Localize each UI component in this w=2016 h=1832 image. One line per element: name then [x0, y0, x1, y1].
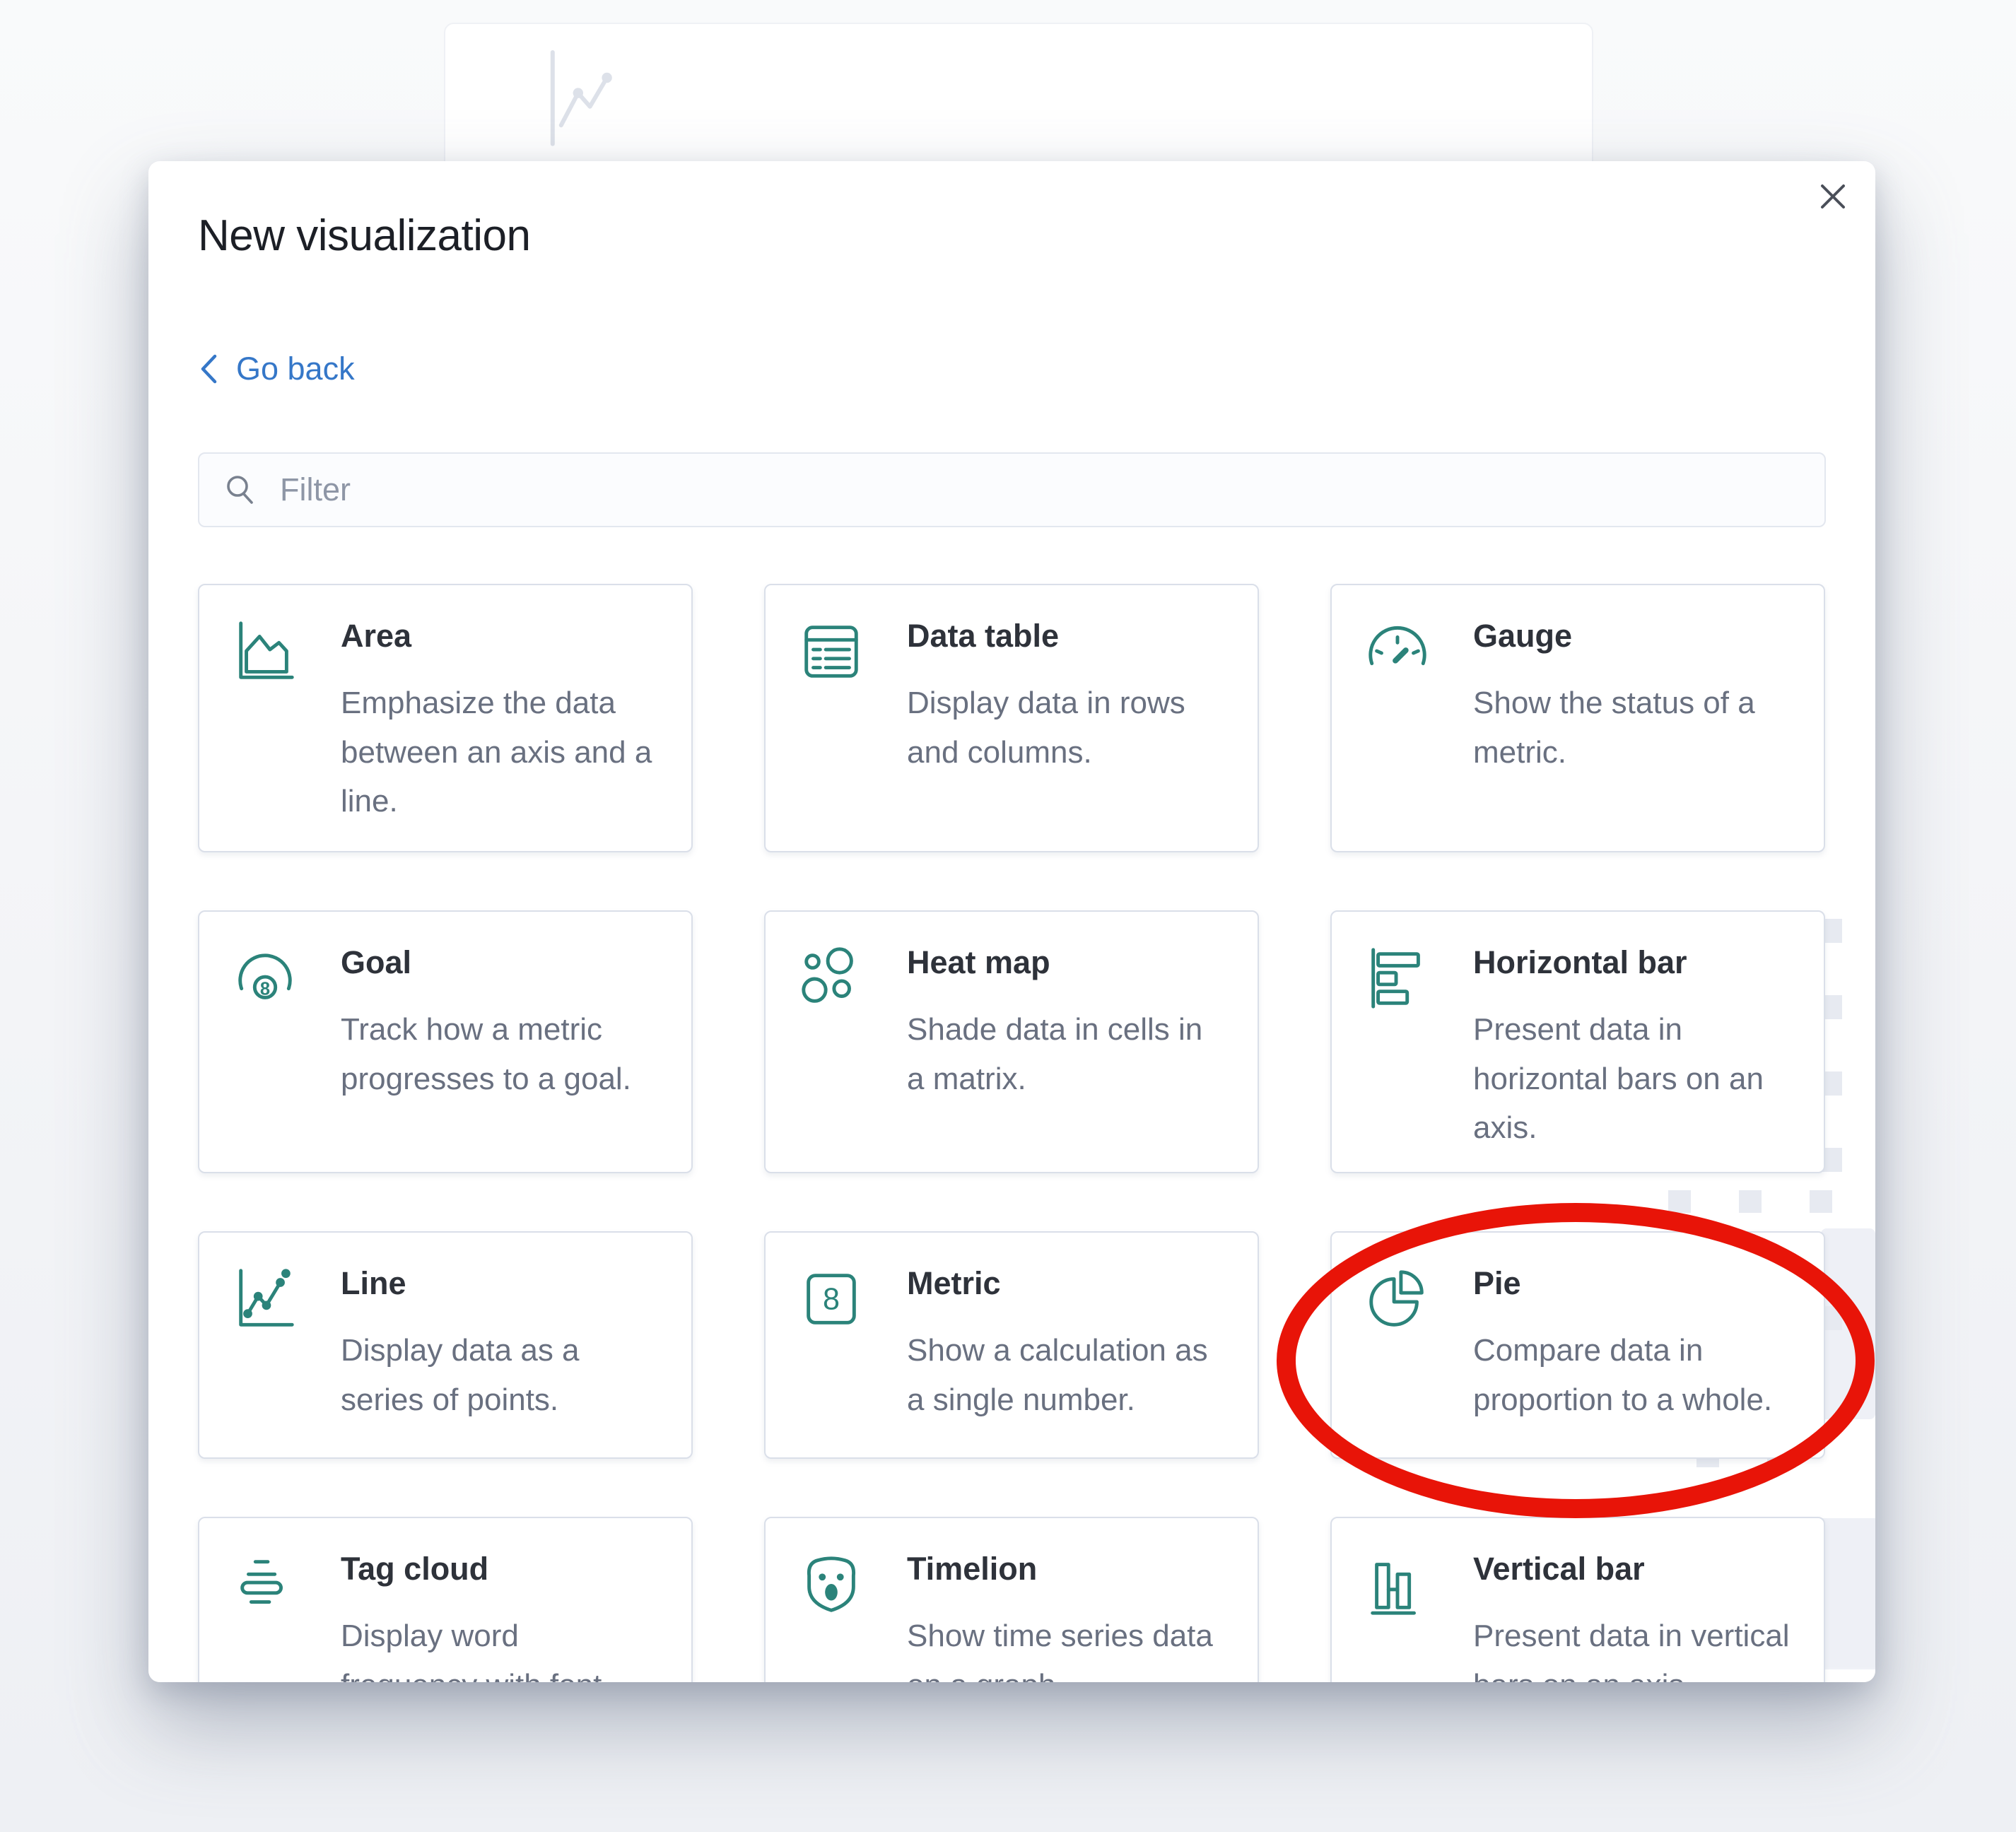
vis-card-title: Heat map: [907, 944, 1226, 981]
vis-card-tag-cloud[interactable]: Tag cloud Display word frequency with fo…: [198, 1517, 693, 1682]
vis-card-title: Gauge: [1473, 618, 1793, 654]
vis-card-metric[interactable]: 8 Metric Show a calculation as a single …: [764, 1231, 1259, 1459]
vis-card-title: Area: [341, 618, 660, 654]
vis-card-description: Show time series data on a graph.: [907, 1611, 1226, 1682]
go-back-link[interactable]: Go back: [199, 351, 355, 387]
vis-card-title: Vertical bar: [1473, 1551, 1793, 1587]
pie-chart-icon: [1363, 1265, 1432, 1428]
search-icon: [223, 473, 257, 507]
vis-card-description: Shade data in cells in a matrix.: [907, 1005, 1226, 1103]
vis-card-title: Timelion: [907, 1551, 1226, 1587]
vis-card-title: Line: [341, 1265, 660, 1302]
area-chart-icon: [230, 618, 300, 821]
vis-card-line[interactable]: Line Display data as a series of points.: [198, 1231, 693, 1459]
go-back-label: Go back: [236, 351, 355, 387]
data-table-icon: [797, 618, 866, 821]
new-visualization-modal: New visualization Go back Area Emphasize…: [148, 161, 1875, 1682]
filter-field: [198, 452, 1826, 527]
background-chart-icon: [541, 44, 626, 150]
vis-card-description: Track how a metric progresses to a goal.: [341, 1005, 660, 1103]
vis-card-description: Show a calculation as a single number.: [907, 1326, 1226, 1424]
vis-card-description: Emphasize the data between an axis and a…: [341, 679, 660, 826]
modal-title: New visualization: [198, 211, 531, 261]
close-button[interactable]: [1816, 180, 1850, 213]
goal-icon: 8: [230, 944, 300, 1142]
vis-card-heat-map[interactable]: Heat map Shade data in cells in a matrix…: [764, 910, 1259, 1173]
vis-card-area[interactable]: Area Emphasize the data between an axis …: [198, 584, 693, 852]
vis-card-title: Horizontal bar: [1473, 944, 1793, 981]
horizontal-bar-icon: [1363, 944, 1432, 1142]
close-icon: [1818, 182, 1848, 211]
vis-card-description: Display data as a series of points.: [341, 1326, 660, 1424]
vis-card-goal[interactable]: 8 Goal Track how a metric progresses to …: [198, 910, 693, 1173]
vis-card-description: Display word frequency with font size.: [341, 1611, 660, 1682]
filter-input[interactable]: [279, 471, 1800, 509]
vis-card-pie[interactable]: Pie Compare data in proportion to a whol…: [1330, 1231, 1825, 1459]
vis-card-horizontal-bar[interactable]: Horizontal bar Present data in horizonta…: [1330, 910, 1825, 1173]
heat-map-icon: [797, 944, 866, 1142]
vis-card-title: Goal: [341, 944, 660, 981]
line-chart-icon: [230, 1265, 300, 1428]
svg-text:8: 8: [260, 980, 270, 999]
svg-text:8: 8: [823, 1283, 840, 1317]
chevron-left-icon: [199, 353, 218, 384]
vis-card-title: Tag cloud: [341, 1551, 660, 1587]
vis-card-title: Data table: [907, 618, 1226, 654]
vis-card-title: Pie: [1473, 1265, 1793, 1302]
gauge-icon: [1363, 618, 1432, 821]
vis-card-timelion[interactable]: Timelion Show time series data on a grap…: [764, 1517, 1259, 1682]
vis-card-description: Display data in rows and columns.: [907, 679, 1226, 777]
vis-card-description: Show the status of a metric.: [1473, 679, 1793, 777]
vertical-bar-icon: [1363, 1551, 1432, 1682]
vis-card-gauge[interactable]: Gauge Show the status of a metric.: [1330, 584, 1825, 852]
metric-icon: 8: [797, 1265, 866, 1428]
vis-card-description: Compare data in proportion to a whole.: [1473, 1326, 1793, 1424]
vis-card-description: Present data in vertical bars on an axis…: [1473, 1611, 1793, 1682]
vis-card-vertical-bar[interactable]: Vertical bar Present data in vertical ba…: [1330, 1517, 1825, 1682]
timelion-icon: [797, 1551, 866, 1682]
vis-card-description: Present data in horizontal bars on an ax…: [1473, 1005, 1793, 1153]
vis-type-grid: Area Emphasize the data between an axis …: [198, 584, 1826, 1682]
tag-cloud-icon: [230, 1551, 300, 1682]
vis-card-title: Metric: [907, 1265, 1226, 1302]
vis-card-data-table[interactable]: Data table Display data in rows and colu…: [764, 584, 1259, 852]
